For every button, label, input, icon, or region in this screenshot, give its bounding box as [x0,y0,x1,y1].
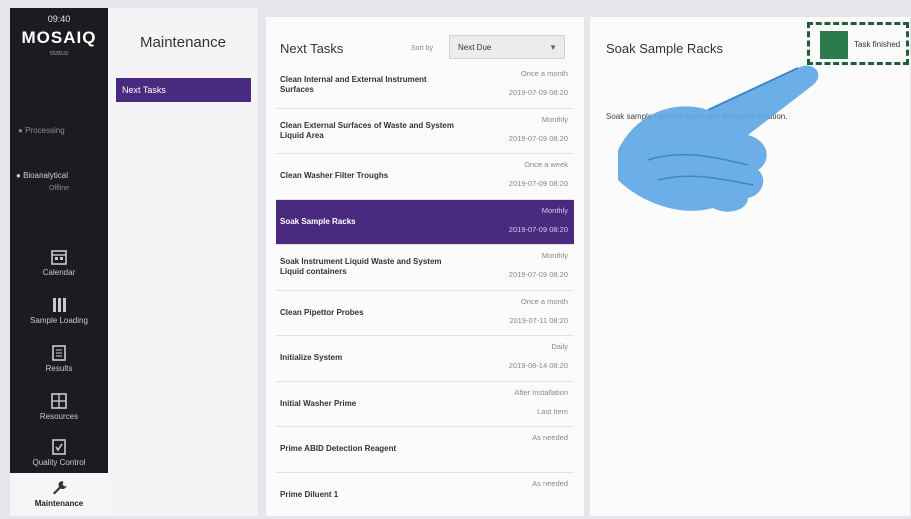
nav-results[interactable]: Results [10,344,108,373]
task-row[interactable]: Prime Diluent 1 As needed [276,473,574,517]
task-frequency: Once a month [520,296,568,306]
user-icon: ● [16,171,24,180]
user-name: Bioanalytical [23,171,68,180]
tasks-panel: Next Tasks Sort by Next Due ▼ Clean Inte… [266,17,584,516]
quality-control-icon [52,439,66,455]
task-row[interactable]: Clean Internal and External Instrument S… [276,63,574,109]
task-name: Initialize System [280,353,343,363]
task-frequency: Monthly [541,205,568,215]
sort-dropdown[interactable]: Next Due ▼ [449,35,565,59]
nav-sample-loading[interactable]: Sample Loading [10,296,108,325]
nav-maintenance-label: Maintenance [34,499,84,508]
task-row[interactable]: Prime ABID Detection Reagent As needed [276,427,574,473]
task-list: Clean Internal and External Instrument S… [276,63,574,516]
task-row[interactable]: Clean Pipettor Probes Once a month 2019-07… [276,291,574,336]
user-menu[interactable]: ● Bioanalytical [16,171,106,180]
task-name: Clean Pipettor Probes [280,307,364,317]
nav-results-label: Results [45,364,73,373]
nav-resources[interactable]: Resources [10,392,108,421]
clock: 09:40 [47,14,71,24]
task-due-date: 2019-07-09 08:20 [508,179,568,188]
status-label: Processing [25,126,65,135]
nav-quality-control-label: Quality Control [32,458,86,467]
task-name: Clean Washer Filter Troughs [280,171,389,181]
task-frequency: Once a week [524,160,568,169]
nav-calendar-label: Calendar [42,268,76,277]
system-status[interactable]: ● Processing [18,126,65,135]
maintenance-panel: Maintenance Next Tasks [108,8,258,516]
app-logo: MOSAIQ [21,28,97,47]
task-due-date: 2019-07-09 08:20 [508,270,568,279]
task-due-date: 2019-07-11 08:20 [509,315,568,325]
sample-loading-icon [53,298,66,312]
maintenance-title: Maintenance [140,34,226,51]
task-due-date: 2019-07-09 08:20 [508,88,568,97]
task-name: Soak Sample Racks [280,216,356,226]
chevron-down-icon: ▼ [549,43,557,52]
menu-item-next-tasks[interactable]: Next Tasks [116,78,251,102]
wrench-icon [53,481,67,495]
task-frequency: Monthly [541,251,568,260]
gloved-hand-pointer [618,65,819,212]
task-due-date: Last Item [537,406,568,416]
task-row[interactable]: Initialize System Daily 2019-08-14 08:20 [276,336,574,382]
nav-calendar[interactable]: Calendar [10,248,108,277]
task-name: Prime ABID Detection Reagent [280,444,397,454]
nav-sample-loading-label: Sample Loading [30,316,88,325]
task-frequency: As needed [532,433,568,442]
tasks-title: Next Tasks [280,41,344,56]
task-row[interactable]: Soak Instrument Liquid Waste and System … [276,245,574,291]
task-name: Initial Washer Prime [280,398,357,408]
nav-quality-control[interactable]: Quality Control [10,438,108,467]
task-frequency: After Installation [514,387,568,397]
task-due-date: 2019-07-09 08:20 [508,224,568,234]
task-row[interactable]: Initial Washer Prime After Installation La… [276,382,574,427]
sort-value: Next Due [458,43,492,52]
logo-subtitle: status [49,50,69,57]
task-name: Clean External Surfaces of Waste and Sys… [280,120,454,140]
resources-icon [51,393,67,409]
nav-maintenance[interactable]: Maintenance [10,473,108,516]
task-row[interactable]: Clean Washer Filter Troughs Once a week 20… [276,154,574,200]
task-frequency: As needed [532,478,568,488]
task-name: Clean Internal and External Instrument S… [280,75,427,95]
status-icon: ● [18,126,26,135]
task-row[interactable]: Clean External Surfaces of Waste and Sys… [276,109,574,154]
task-due-date: 2019-07-09 08:20 [508,133,568,143]
task-name: Soak Instrument Liquid Waste and System … [280,257,442,277]
task-row[interactable]: Soak Sample Racks Monthly 2019-07-09 08:20 [276,199,574,245]
sort-label: Sort by [411,45,434,52]
task-frequency: Monthly [541,114,568,124]
results-icon [52,345,66,361]
task-due-date: 2019-08-14 08:20 [508,361,568,370]
nav-resources-label: Resources [39,412,79,421]
task-name: Prime Diluent 1 [280,489,339,499]
task-frequency: Once a month [520,69,568,78]
task-frequency: Daily [551,342,568,351]
calendar-icon [51,250,67,265]
sidebar: 09:40 MOSAIQ status ● Processing ● Bioan… [10,8,108,516]
user-subtitle: Offline [48,185,70,192]
